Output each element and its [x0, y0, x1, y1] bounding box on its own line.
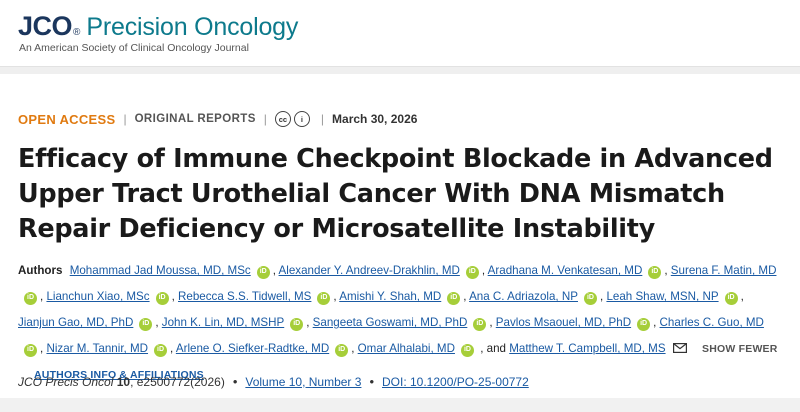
author-link[interactable]: Rebecca S.S. Tidwell, MS	[178, 290, 311, 303]
authors-list: Authors Mohammad Jad Moussa, MD, MSc iD , …	[18, 264, 778, 381]
citation-journal: JCO Precis Oncol	[18, 374, 114, 389]
report-type[interactable]: ORIGINAL REPORTS	[135, 113, 256, 125]
publication-date: March 30, 2026	[332, 112, 418, 126]
citation-line: JCO Precis Oncol 10, e2500772(2026) • Vo…	[18, 374, 529, 389]
logo-registered-mark: ®	[73, 27, 81, 38]
orcid-icon[interactable]: iD	[583, 291, 597, 305]
author-link[interactable]: Jianjun Gao, MD, PhD	[18, 316, 133, 329]
author-link[interactable]: Leah Shaw, MSN, NP	[606, 290, 718, 303]
orcid-icon[interactable]: iD	[447, 291, 461, 305]
site-header: JCO ® Precision Oncology An American Soc…	[0, 0, 800, 66]
orcid-icon[interactable]: iD	[473, 317, 487, 331]
citation-article-id: , e2500772(2026)	[130, 374, 225, 389]
author-link[interactable]: Amishi Y. Shah, MD	[339, 290, 441, 303]
orcid-icon[interactable]: iD	[24, 291, 37, 305]
orcid-icon[interactable]: iD	[139, 317, 153, 331]
citation-bullet: •	[232, 374, 238, 389]
open-access-badge: OPEN ACCESS	[18, 111, 116, 127]
orcid-icon[interactable]: iD	[724, 291, 738, 305]
logo-subtitle: An American Society of Clinical Oncology…	[19, 42, 249, 54]
meta-separator: |	[320, 112, 325, 126]
orcid-icon[interactable]: iD	[460, 343, 474, 357]
by-icon[interactable]: i	[293, 111, 310, 127]
orcid-icon[interactable]: iD	[335, 343, 349, 357]
citation-bullet: •	[369, 374, 374, 389]
header-divider	[0, 66, 800, 74]
issue-link[interactable]: Volume 10, Number 3	[245, 375, 361, 389]
logo-mark: JCO	[18, 11, 73, 41]
author-link[interactable]: Ana C. Adriazola, NP	[469, 290, 578, 303]
orcid-icon[interactable]: iD	[637, 317, 651, 331]
author-link[interactable]: Aradhana M. Venkatesan, MD	[488, 264, 643, 277]
author-link[interactable]: Alexander Y. Andreev-Drakhlin, MD	[279, 264, 460, 277]
orcid-icon[interactable]: iD	[24, 343, 37, 357]
cc-icon[interactable]: cc	[274, 111, 291, 127]
author-link[interactable]: Pavlos Msaouel, MD, PhD	[496, 316, 631, 329]
show-fewer-button[interactable]: SHOW FEWER	[702, 343, 778, 355]
author-link[interactable]: Nizar M. Tannir, MD	[46, 342, 148, 355]
doi-link[interactable]: DOI: 10.1200/PO-25-00772	[382, 375, 529, 389]
author-link[interactable]: Mohammad Jad Moussa, MD, MSc	[70, 264, 251, 277]
orcid-icon[interactable]: iD	[154, 343, 168, 357]
article-meta-bar: OPEN ACCESS | ORIGINAL REPORTS | cc i | …	[18, 111, 417, 127]
author-link[interactable]: Arlene O. Siefker-Radtke, MD	[176, 342, 329, 355]
orcid-icon[interactable]: iD	[465, 265, 479, 279]
authors-label: Authors	[18, 264, 63, 277]
orcid-icon[interactable]: iD	[290, 317, 304, 331]
author-link[interactable]: Omar Alhalabi, MD	[358, 342, 455, 355]
author-link[interactable]: Sangeeta Goswami, MD, PhD	[313, 316, 468, 329]
mail-icon[interactable]	[672, 343, 687, 353]
logo-journal-name: Precision Oncology	[86, 13, 299, 41]
author-link[interactable]: Surena F. Matin, MD	[671, 264, 777, 277]
and-text: , and	[480, 342, 506, 355]
author-link[interactable]: Matthew T. Campbell, MD, MS	[509, 342, 665, 355]
citation-volume: 10	[116, 374, 131, 389]
meta-separator: |	[123, 112, 127, 126]
author-link[interactable]: Lianchun Xiao, MSc	[46, 290, 149, 303]
author-link[interactable]: Charles C. Guo, MD	[660, 316, 764, 329]
author-link[interactable]: John K. Lin, MD, MSHP	[162, 316, 284, 329]
orcid-icon[interactable]: iD	[317, 291, 331, 305]
footer-band	[0, 398, 800, 412]
orcid-icon[interactable]: iD	[648, 265, 662, 279]
article-title: Efficacy of Immune Checkpoint Blockade i…	[18, 144, 773, 244]
journal-logo[interactable]: JCO ® Precision Oncology An American Soc…	[18, 11, 298, 54]
orcid-icon[interactable]: iD	[256, 265, 270, 279]
orcid-icon[interactable]: iD	[155, 291, 169, 305]
meta-separator: |	[263, 112, 267, 126]
